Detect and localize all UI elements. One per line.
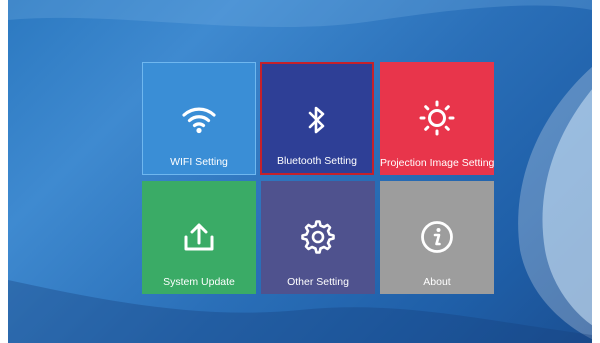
tile-label: About xyxy=(423,276,451,288)
tile-label: Projection Image Setting xyxy=(380,157,495,169)
settings-screen: WIFI Setting Bluetooth Setting Projectio… xyxy=(0,0,600,343)
wifi-icon xyxy=(143,99,255,139)
tile-about[interactable]: About xyxy=(380,181,494,294)
tile-wifi-setting[interactable]: WIFI Setting xyxy=(142,62,256,175)
sun-icon xyxy=(380,98,494,138)
tile-other-setting[interactable]: Other Setting xyxy=(261,181,375,294)
upload-icon xyxy=(142,217,256,257)
tile-label: WIFI Setting xyxy=(170,156,228,168)
bluetooth-icon xyxy=(262,100,372,140)
gear-icon xyxy=(261,217,375,257)
tile-system-update[interactable]: System Update xyxy=(142,181,256,294)
tile-projection-image-setting[interactable]: Projection Image Setting xyxy=(380,62,494,175)
info-icon xyxy=(380,217,494,257)
tile-label: Bluetooth Setting xyxy=(277,155,357,167)
tile-label: System Update xyxy=(163,276,235,288)
tile-bluetooth-setting[interactable]: Bluetooth Setting xyxy=(260,62,374,175)
tile-label: Other Setting xyxy=(287,276,349,288)
